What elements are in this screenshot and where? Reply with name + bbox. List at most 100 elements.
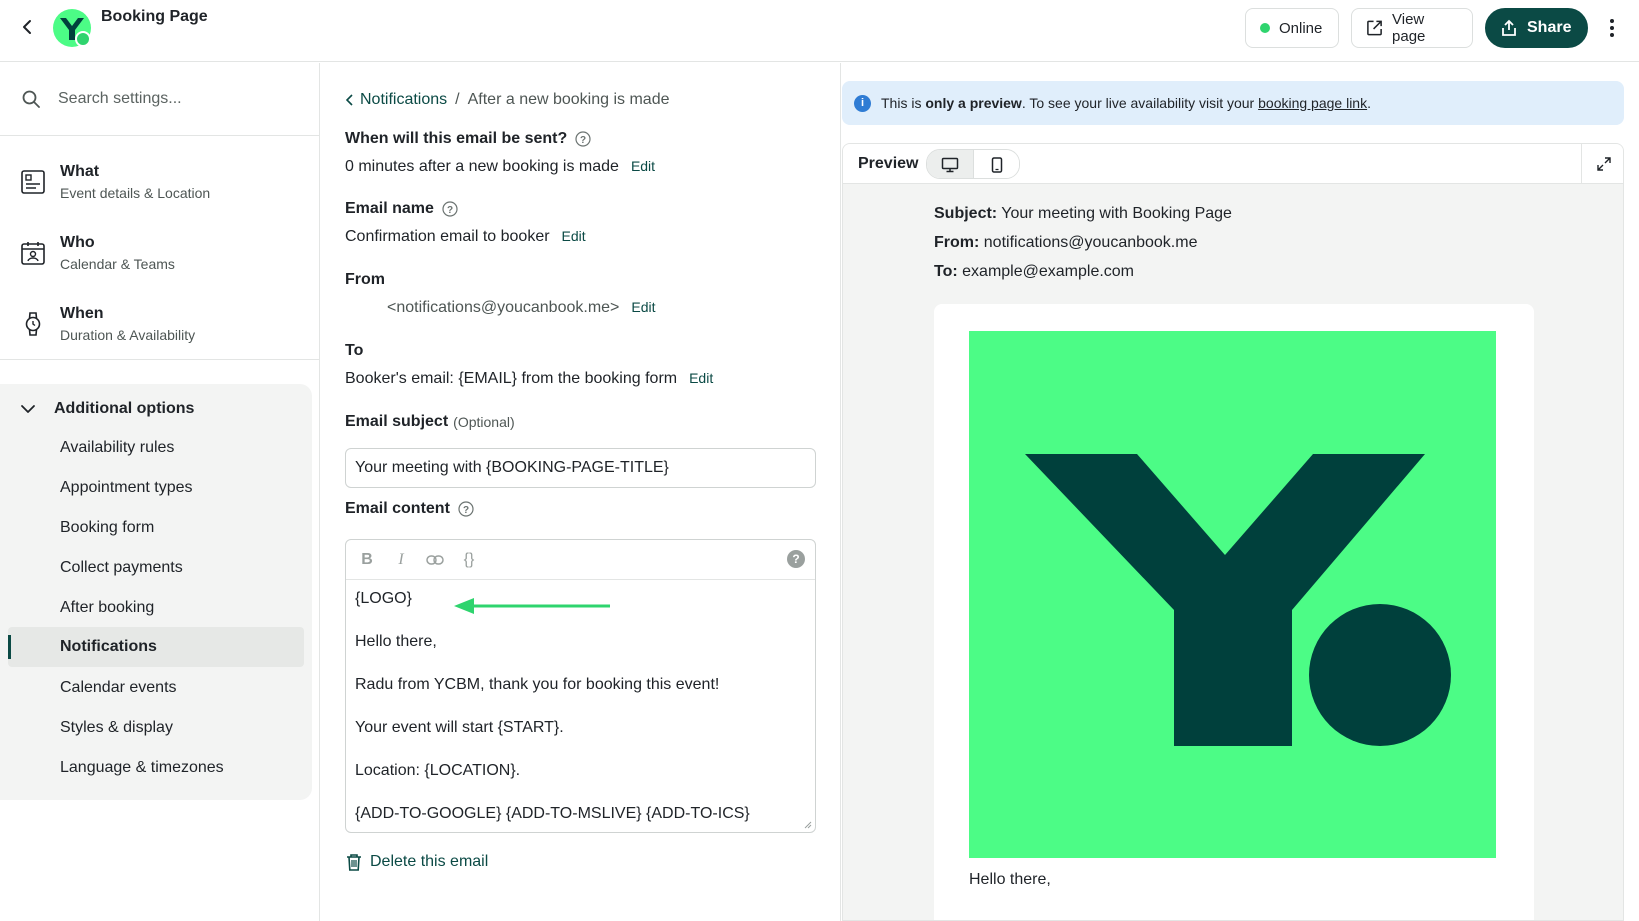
expand-icon: [1596, 157, 1611, 171]
online-status-button[interactable]: Online: [1245, 8, 1339, 48]
editor-line: Hello there,: [355, 633, 437, 650]
when-label: When will this email be sent?: [345, 130, 568, 147]
delete-email-button[interactable]: Delete this email: [346, 853, 488, 871]
watch-icon: [25, 312, 41, 336]
email-body-card: Hello there,: [934, 304, 1534, 920]
editor-line: {ADD-TO-GOOGLE} {ADD-TO-MSLIVE} {ADD-TO-…: [355, 805, 750, 822]
desktop-icon: [942, 157, 959, 172]
view-page-button[interactable]: View page: [1351, 8, 1473, 48]
search-icon: [22, 90, 40, 108]
link-button[interactable]: [424, 549, 446, 571]
sidebar-item-booking-form[interactable]: Booking form: [60, 508, 304, 548]
editor-line: Your event will start {START}.: [355, 719, 564, 736]
edit-when-link[interactable]: Edit: [631, 158, 655, 174]
email-name-value-row: Confirmation email to booker Edit: [345, 228, 586, 246]
mobile-view-button[interactable]: [973, 149, 1020, 178]
view-page-label: View page: [1392, 11, 1426, 45]
desktop-view-button[interactable]: [927, 149, 974, 178]
from-value: <notifications@youcanbook.me>: [387, 299, 620, 316]
back-chevron-icon[interactable]: [14, 14, 40, 40]
search-settings-input[interactable]: [58, 90, 298, 108]
preview-subject-row: Subject: Your meeting with Booking Page: [934, 205, 1232, 222]
svg-text:?: ?: [463, 505, 469, 516]
help-circle-icon[interactable]: ?: [458, 501, 474, 517]
email-settings-form: Notifications / After a new booking is m…: [321, 63, 841, 921]
app-logo: [52, 8, 94, 50]
breadcrumb: Notifications / After a new booking is m…: [346, 91, 670, 109]
editor-line: {LOGO}: [355, 590, 412, 607]
external-link-icon: [1367, 20, 1382, 36]
sidebar-divider: [0, 359, 320, 360]
to-value-row: Booker's email: {EMAIL} from the booking…: [345, 370, 713, 388]
device-toggle: [926, 148, 1021, 179]
help-circle-icon[interactable]: ?: [575, 131, 591, 147]
subject-label: Email subject: [345, 413, 449, 430]
share-button[interactable]: Share: [1485, 8, 1588, 48]
editor-help-icon[interactable]: ?: [787, 550, 805, 568]
edit-from-link[interactable]: Edit: [631, 299, 655, 315]
trash-icon: [347, 854, 361, 871]
additional-options-group: Additional options Availability rules Ap…: [0, 384, 312, 800]
link-icon: [426, 554, 444, 565]
from-value-row: <notifications@youcanbook.me> Edit: [387, 299, 656, 317]
sidebar-item-after-booking[interactable]: After booking: [60, 588, 304, 628]
sidebar-item-calendar-events[interactable]: Calendar events: [60, 668, 304, 708]
breadcrumb-notifications-link[interactable]: Notifications: [346, 91, 447, 109]
app-title: Booking Page: [101, 8, 208, 25]
preview-from: notifications@youcanbook.me: [983, 234, 1198, 251]
email-subject-input[interactable]: [345, 448, 816, 488]
chevron-left-icon: [346, 94, 353, 106]
brand-logo-image: [969, 331, 1496, 858]
online-dot-icon: [1260, 23, 1270, 33]
expand-preview-button[interactable]: [1581, 144, 1623, 184]
online-label: Online: [1279, 19, 1323, 37]
subject-optional-hint: (Optional): [453, 414, 515, 430]
sidebar-item-appointment-types[interactable]: Appointment types: [60, 468, 304, 508]
sidebar-item-availability-rules[interactable]: Availability rules: [60, 428, 304, 468]
content-label-row: Email content ?: [345, 500, 474, 518]
calendar-user-icon: [21, 242, 45, 265]
mobile-icon: [991, 156, 1003, 173]
sidebar-item-language-timezones[interactable]: Language & timezones: [60, 748, 304, 788]
preview-info-banner: i This is only a preview. To see your li…: [842, 81, 1624, 125]
preview-title: Preview: [858, 154, 919, 172]
sidebar-item-subtitle: Calendar & Teams: [60, 256, 175, 272]
preview-to-row: To: example@example.com: [934, 263, 1135, 280]
edit-to-link[interactable]: Edit: [689, 370, 713, 386]
top-bar: Booking Page Online View page Share: [0, 0, 1639, 62]
sidebar-item-notifications[interactable]: Notifications: [8, 627, 304, 667]
help-circle-icon[interactable]: ?: [442, 201, 458, 217]
resize-handle-icon[interactable]: [802, 819, 812, 829]
content-label: Email content: [345, 500, 450, 517]
share-label: Share: [1527, 19, 1572, 36]
sidebar-item-what[interactable]: What Event details & Location: [0, 149, 320, 215]
to-label-row: To: [345, 342, 363, 360]
breadcrumb-current: After a new booking is made: [467, 91, 670, 108]
delete-email-label: Delete this email: [370, 853, 489, 870]
editor-line: Radu from YCBM, thank you for booking th…: [355, 676, 720, 693]
sidebar-item-styles-display[interactable]: Styles & display: [60, 708, 304, 748]
booking-page-link[interactable]: booking page link: [1258, 95, 1367, 111]
share-icon: [1502, 19, 1516, 36]
banner-text: This is only a preview. To see your live…: [881, 95, 1371, 111]
additional-options-toggle[interactable]: Additional options: [20, 394, 194, 424]
email-name-label: Email name: [345, 200, 434, 217]
italic-button[interactable]: I: [390, 549, 412, 571]
email-name-label-row: Email name ?: [345, 200, 458, 218]
sidebar-item-collect-payments[interactable]: Collect payments: [60, 548, 304, 588]
more-options-icon[interactable]: [1600, 14, 1624, 42]
to-value: Booker's email: {EMAIL} from the booking…: [345, 370, 678, 387]
sidebar-item-title: When: [60, 305, 104, 322]
to-label: To: [345, 342, 364, 359]
variables-button[interactable]: {}: [458, 549, 480, 571]
preview-header: Preview: [843, 144, 1623, 184]
email-preview: Preview Subject: Your meeting with Booki…: [842, 143, 1624, 921]
sidebar-item-who[interactable]: Who Calendar & Teams: [0, 220, 320, 286]
email-content-editor[interactable]: B I {} ? {LOGO} Hello there, Radu from Y…: [345, 539, 816, 833]
sidebar-item-when[interactable]: When Duration & Availability: [0, 291, 320, 357]
editor-line: Location: {LOCATION}.: [355, 762, 521, 779]
from-label-row: From: [345, 271, 385, 289]
edit-email-name-link[interactable]: Edit: [562, 228, 586, 244]
svg-text:?: ?: [580, 135, 586, 146]
bold-button[interactable]: B: [356, 549, 378, 571]
